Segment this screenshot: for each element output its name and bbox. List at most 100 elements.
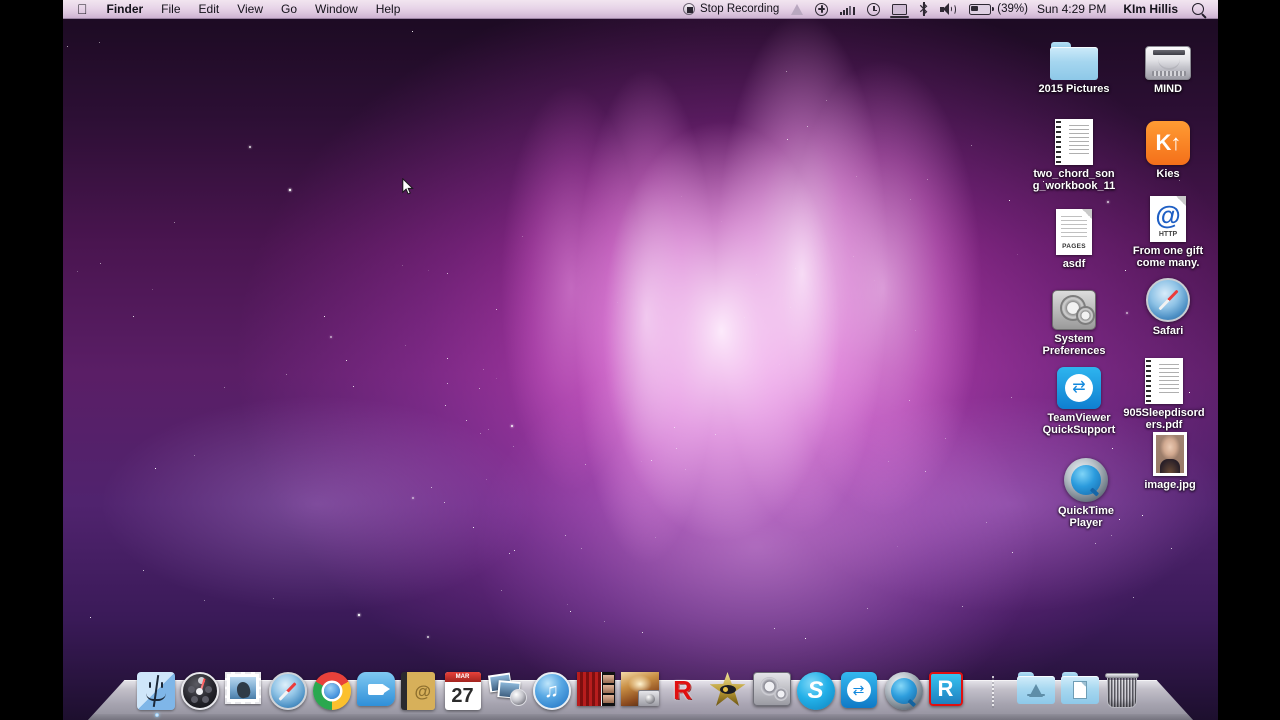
- dock-item-mail[interactable]: [224, 664, 266, 712]
- safari-icon: [268, 672, 309, 712]
- address-book-icon: [400, 672, 441, 712]
- documents-folder-icon: [1060, 672, 1101, 712]
- spiral-document-icon: [1118, 352, 1210, 404]
- desktop-icon-label: image.jpg: [1144, 479, 1196, 491]
- desktop-icon-label: two_chord_son g_workbook_11: [1032, 168, 1116, 192]
- dock-item-teamviewer[interactable]: ⇄: [840, 664, 882, 712]
- desktop-icon-system-preferences[interactable]: System Preferences: [1028, 278, 1120, 357]
- desktop-icon-from-one-gift-come-many[interactable]: @ HTTP From one gift come many.: [1122, 190, 1214, 269]
- desktop-icon-image-jpg[interactable]: image.jpg: [1124, 424, 1216, 491]
- dock-item-dashboard[interactable]: [180, 664, 222, 712]
- gear-icon: [1028, 278, 1120, 330]
- desktop-icon-label: QuickTime Player: [1057, 505, 1115, 529]
- dock-item-documents-folder[interactable]: [1060, 664, 1102, 712]
- calendar-icon: MAR 27: [444, 672, 485, 712]
- photo-thumbnail-icon: [1124, 424, 1216, 476]
- chrome-icon: [312, 672, 353, 712]
- desktop-icon-safari[interactable]: Safari: [1122, 270, 1214, 337]
- harddrive-icon: [1122, 28, 1214, 80]
- desktop-icon-grid: 2015 Pictures MIND two_chord_son g_workb…: [63, 0, 1218, 720]
- dock-item-roblox[interactable]: R: [928, 664, 970, 712]
- finder-icon: [136, 672, 177, 712]
- desktop-icon-label: 2015 Pictures: [1038, 83, 1110, 95]
- desktop-icon-kies[interactable]: K↑ Kies: [1122, 113, 1214, 180]
- dock-item-ical[interactable]: MAR 27: [444, 664, 486, 712]
- facetime-icon: [356, 672, 397, 712]
- fast-user-switch-label[interactable]: KIm Hillis: [1115, 2, 1186, 16]
- time-machine-icon[interactable]: [861, 0, 886, 19]
- stop-recording-icon: [682, 3, 695, 15]
- menu-item-help[interactable]: Help: [367, 0, 410, 19]
- clock-datetime[interactable]: Sun 4:29 PM: [1028, 0, 1115, 19]
- menu-item-window[interactable]: Window: [306, 0, 367, 19]
- teamviewer-icon: ⇄: [1033, 357, 1125, 409]
- quicktime-icon: [884, 672, 925, 712]
- calendar-day-label: 27: [451, 685, 474, 707]
- teamviewer-icon: ⇄: [840, 672, 881, 712]
- battery-icon[interactable]: [963, 0, 997, 19]
- desktop-icon-label: TeamViewer QuickSupport: [1042, 412, 1116, 436]
- dock-item-preview[interactable]: [620, 664, 662, 712]
- desktop-icon-teamviewer-quicksupport[interactable]: ⇄ TeamViewer QuickSupport: [1033, 357, 1125, 436]
- stop-recording-label: Stop Recording: [699, 3, 780, 15]
- dock-item-photo-booth[interactable]: [576, 664, 618, 712]
- dock-item-itunes[interactable]: [532, 664, 574, 712]
- dock-item-imovie[interactable]: [708, 664, 750, 712]
- preview-icon: [620, 672, 661, 712]
- wifi-icon[interactable]: [834, 0, 861, 19]
- trash-icon: [1104, 672, 1145, 712]
- desktop-icon-905sleepdisorders-pdf[interactable]: 905Sleepdisord ers.pdf: [1118, 352, 1210, 431]
- desktop-icon-mind[interactable]: MIND: [1122, 28, 1214, 95]
- dock-item-chrome[interactable]: [312, 664, 354, 712]
- desktop-icon-label: MIND: [1153, 83, 1183, 95]
- dock-item-finder[interactable]: [136, 664, 178, 717]
- bluetooth-glyph: [920, 3, 928, 15]
- dock-item-iphoto[interactable]: [487, 664, 530, 712]
- kies-app-icon: K↑: [1122, 113, 1214, 165]
- apple-logo-icon[interactable]: : [77, 1, 98, 18]
- desktop-icon-label: From one gift come many.: [1132, 245, 1204, 269]
- dock: MAR 27: [63, 648, 1218, 720]
- dock-item-safari[interactable]: [268, 664, 310, 712]
- dock-item-skype[interactable]: S: [796, 664, 838, 712]
- roblox-letter: R: [928, 672, 963, 706]
- skype-letter: S: [796, 672, 835, 710]
- desktop-icon-asdf[interactable]: PAGES asdf: [1028, 203, 1120, 270]
- desktop-icon-label: Safari: [1152, 325, 1184, 337]
- spotlight-search-icon[interactable]: [1186, 0, 1210, 19]
- menu-item-finder[interactable]: Finder: [98, 0, 153, 19]
- desktop-screen:  Finder File Edit View Go Window Help S…: [63, 0, 1218, 720]
- dock-item-system-preferences[interactable]: [752, 664, 794, 712]
- dock-item-quicktime[interactable]: [884, 664, 926, 712]
- desktop-icon-label: Kies: [1156, 168, 1180, 180]
- roblox-icon: R: [928, 672, 969, 712]
- pages-document-icon: PAGES: [1028, 203, 1120, 255]
- menu-item-file[interactable]: File: [152, 0, 189, 19]
- mail-icon: [224, 672, 265, 712]
- volume-icon[interactable]: [934, 0, 963, 19]
- itunes-icon: [532, 672, 573, 712]
- skype-icon: S: [796, 672, 837, 712]
- menu-item-go[interactable]: Go: [272, 0, 306, 19]
- dashboard-icon: [180, 672, 221, 712]
- iphoto-icon: [487, 672, 529, 712]
- desktop-icon-two-chord-song-workbook[interactable]: two_chord_son g_workbook_11: [1028, 113, 1120, 192]
- rstudio-letter: R: [673, 674, 692, 705]
- bluetooth-icon[interactable]: [913, 0, 934, 19]
- dock-item-trash[interactable]: [1104, 664, 1146, 712]
- dock-item-applications-folder[interactable]: [1016, 664, 1058, 712]
- dock-item-address-book[interactable]: [400, 664, 442, 712]
- screen-capture-icon[interactable]: [809, 0, 834, 19]
- menu-bar-left:  Finder File Edit View Go Window Help: [63, 0, 409, 19]
- dock-item-rstudio[interactable]: R: [664, 664, 706, 712]
- desktop-icon-2015-pictures[interactable]: 2015 Pictures: [1028, 28, 1120, 95]
- dropbox-icon[interactable]: [785, 0, 809, 19]
- folder-icon: [1028, 28, 1120, 80]
- menu-item-view[interactable]: View: [228, 0, 272, 19]
- dock-item-facetime[interactable]: [356, 664, 398, 712]
- stop-recording-item[interactable]: Stop Recording: [677, 0, 785, 19]
- desktop-icon-quicktime-player[interactable]: QuickTime Player: [1040, 450, 1132, 529]
- photo-booth-icon: [576, 672, 617, 712]
- display-icon[interactable]: [886, 0, 913, 19]
- menu-item-edit[interactable]: Edit: [190, 0, 229, 19]
